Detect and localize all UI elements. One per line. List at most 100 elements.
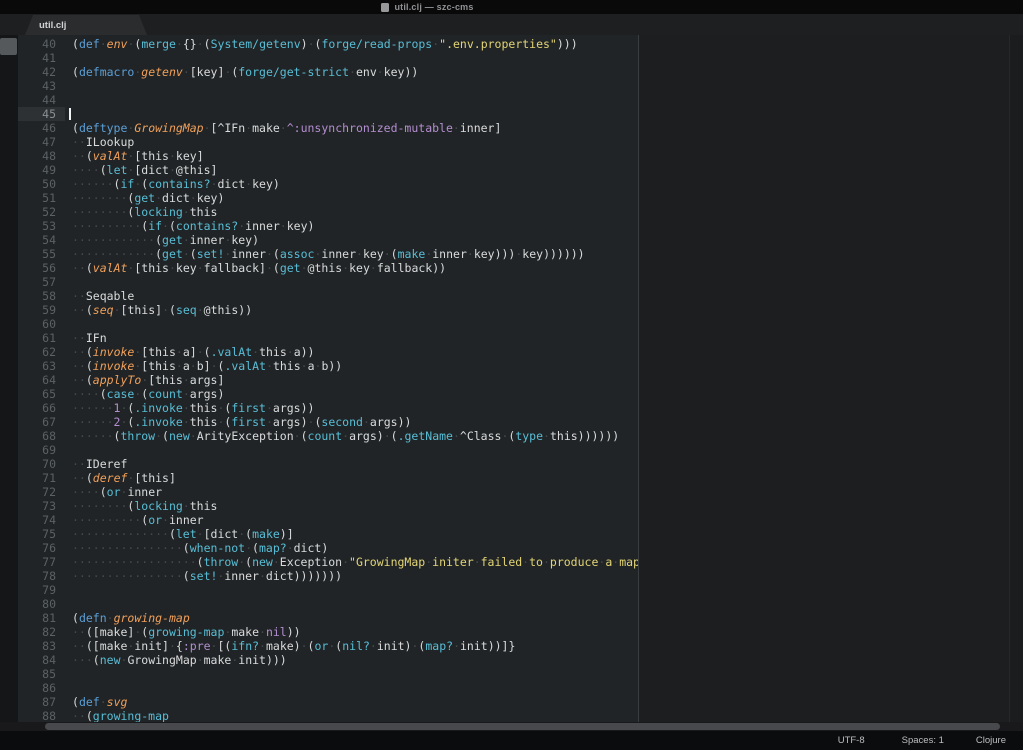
line-number[interactable]: 65 bbox=[18, 387, 65, 401]
line-number[interactable]: 57 bbox=[18, 275, 65, 289]
status-syntax[interactable]: Clojure bbox=[976, 735, 1006, 746]
line-number[interactable]: 49 bbox=[18, 163, 65, 177]
vertical-scrollbar-track[interactable] bbox=[1009, 35, 1023, 722]
code-text: ··([make]·(growing-map·make·nil)) bbox=[65, 625, 301, 639]
line-number[interactable]: 63 bbox=[18, 359, 65, 373]
code-text: ····(or·inner bbox=[65, 485, 162, 499]
status-encoding[interactable]: UTF-8 bbox=[838, 735, 865, 746]
line-number[interactable]: 87 bbox=[18, 695, 65, 709]
code-text: (defmacro·getenv·[key]·(forge/get-strict… bbox=[65, 65, 418, 79]
code-text: ··············(let·[dict·(make)] bbox=[65, 527, 294, 541]
code-text bbox=[65, 597, 72, 611]
tab-bar: util.clj bbox=[0, 14, 1023, 35]
line-number[interactable]: 42 bbox=[18, 65, 65, 79]
code-text: ······2·(.invoke·this·(first·args)·(seco… bbox=[65, 415, 411, 429]
line-number[interactable]: 50 bbox=[18, 177, 65, 191]
line-number[interactable]: 71 bbox=[18, 471, 65, 485]
horizontal-scrollbar-track[interactable] bbox=[0, 722, 1023, 731]
line-number[interactable]: 79 bbox=[18, 583, 65, 597]
code-text: ··················(throw·(new·Exception·… bbox=[65, 555, 668, 569]
window-titlebar: util.clj — szc-cms bbox=[0, 0, 1023, 14]
editor[interactable]: 40(def·env·(merge·{}·(System/getenv)·(fo… bbox=[0, 35, 1023, 722]
code-text: ··········(or·inner bbox=[65, 513, 204, 527]
line-number[interactable]: 47 bbox=[18, 135, 65, 149]
line-number[interactable]: 48 bbox=[18, 149, 65, 163]
line-number[interactable]: 80 bbox=[18, 597, 65, 611]
line-number[interactable]: 88 bbox=[18, 709, 65, 722]
code-text: ······(throw·(new·ArityException·(count·… bbox=[65, 429, 619, 443]
code-text bbox=[65, 583, 72, 597]
line-number[interactable]: 44 bbox=[18, 93, 65, 107]
code-text: ········(locking·this bbox=[65, 499, 217, 513]
code-text: ················(set!·inner·dict))))))) bbox=[65, 569, 342, 583]
line-number[interactable]: 83 bbox=[18, 639, 65, 653]
code-text: ··(invoke·[this·a]·(.valAt·this·a)) bbox=[65, 345, 314, 359]
document-icon bbox=[381, 3, 389, 12]
line-number[interactable]: 58 bbox=[18, 289, 65, 303]
text-cursor bbox=[69, 108, 71, 120]
line-number[interactable]: 85 bbox=[18, 667, 65, 681]
code-text: ····(let·[dict·@this] bbox=[65, 163, 217, 177]
line-number[interactable]: 59 bbox=[18, 303, 65, 317]
line-number[interactable]: 41 bbox=[18, 51, 65, 65]
code-text bbox=[65, 667, 72, 681]
line-number[interactable]: 76 bbox=[18, 541, 65, 555]
line-number[interactable]: 78 bbox=[18, 569, 65, 583]
line-number[interactable]: 54 bbox=[18, 233, 65, 247]
code-text: ······(if·(contains?·dict·key) bbox=[65, 177, 280, 191]
code-text: ············(get·inner·key) bbox=[65, 233, 259, 247]
line-number[interactable]: 60 bbox=[18, 317, 65, 331]
status-bar: UTF-8 Spaces: 1 Clojure bbox=[0, 731, 1023, 750]
line-number[interactable]: 61 bbox=[18, 331, 65, 345]
line-number[interactable]: 75 bbox=[18, 527, 65, 541]
line-number[interactable]: 70 bbox=[18, 457, 65, 471]
tab-util-clj[interactable]: util.clj bbox=[25, 15, 147, 35]
line-number[interactable]: 64 bbox=[18, 373, 65, 387]
line-number[interactable]: 72 bbox=[18, 485, 65, 499]
code-text bbox=[65, 681, 72, 695]
line-number[interactable]: 51 bbox=[18, 191, 65, 205]
left-scrollbar-track[interactable] bbox=[0, 35, 18, 722]
line-number[interactable]: 45 bbox=[18, 107, 65, 121]
code-text: ············(get·(set!·inner·(assoc·inne… bbox=[65, 247, 585, 261]
line-number[interactable]: 46 bbox=[18, 121, 65, 135]
code-text: ···(new·GrowingMap·make·init))) bbox=[65, 653, 287, 667]
code-text: ········(locking·this bbox=[65, 205, 217, 219]
line-number[interactable]: 84 bbox=[18, 653, 65, 667]
line-number[interactable]: 56 bbox=[18, 261, 65, 275]
line-number[interactable]: 53 bbox=[18, 219, 65, 233]
line-number[interactable]: 81 bbox=[18, 611, 65, 625]
line-number[interactable]: 73 bbox=[18, 499, 65, 513]
line-number[interactable]: 69 bbox=[18, 443, 65, 457]
line-number[interactable]: 40 bbox=[18, 37, 65, 51]
line-number[interactable]: 55 bbox=[18, 247, 65, 261]
code-text: ··(growing-map bbox=[65, 709, 169, 722]
code-text: ··ILookup bbox=[65, 135, 134, 149]
status-indentation[interactable]: Spaces: 1 bbox=[902, 735, 944, 746]
code-text: ··(deref·[this] bbox=[65, 471, 176, 485]
horizontal-scrollbar-thumb[interactable] bbox=[45, 723, 1000, 730]
left-scrollbar-thumb[interactable] bbox=[0, 38, 17, 55]
line-number[interactable]: 77 bbox=[18, 555, 65, 569]
code-text: ··IDeref bbox=[65, 457, 127, 471]
tab-label: util.clj bbox=[39, 20, 66, 31]
code-text: ··(valAt·[this·key] bbox=[65, 149, 204, 163]
line-number[interactable]: 86 bbox=[18, 681, 65, 695]
line-number[interactable]: 74 bbox=[18, 513, 65, 527]
code-text: ··(applyTo·[this·args] bbox=[65, 373, 224, 387]
line-number[interactable]: 62 bbox=[18, 345, 65, 359]
line-number[interactable]: 68 bbox=[18, 429, 65, 443]
code-text bbox=[65, 93, 72, 107]
line-number[interactable]: 67 bbox=[18, 415, 65, 429]
line-number[interactable]: 43 bbox=[18, 79, 65, 93]
editor-overflow-area bbox=[639, 35, 1009, 722]
code-text: ··(valAt·[this·key·fallback]·(get·@this·… bbox=[65, 261, 446, 275]
line-number[interactable]: 52 bbox=[18, 205, 65, 219]
line-number[interactable]: 66 bbox=[18, 401, 65, 415]
line-number[interactable]: 82 bbox=[18, 625, 65, 639]
code-text: (defn·growing-map bbox=[65, 611, 190, 625]
code-text bbox=[65, 275, 72, 289]
code-text bbox=[65, 51, 72, 65]
code-text bbox=[65, 443, 72, 457]
code-text: ··([make·init]·{:pre·[(ifn?·make)·(or·(n… bbox=[65, 639, 515, 653]
